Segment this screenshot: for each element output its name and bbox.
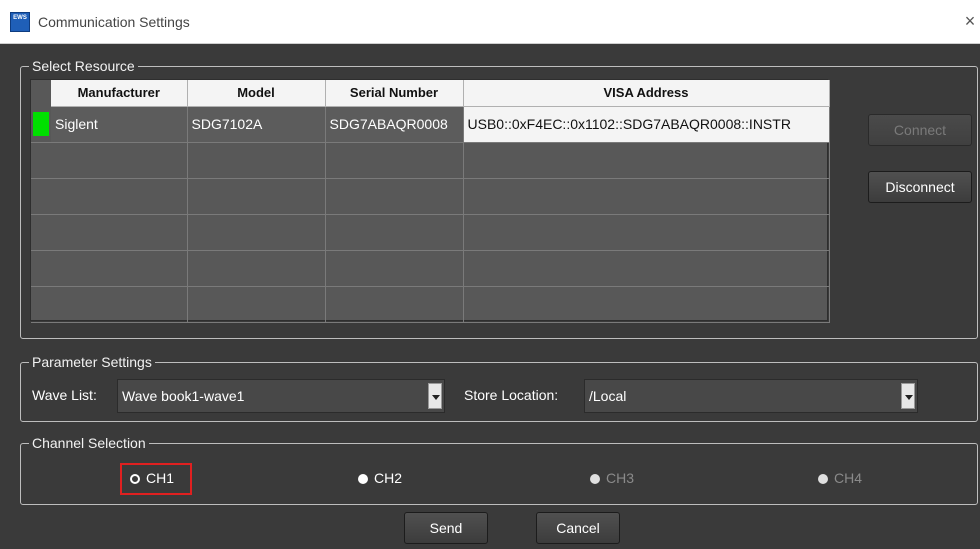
table-cell[interactable]	[187, 178, 326, 215]
table-cell[interactable]	[51, 214, 188, 251]
table-row[interactable]	[31, 286, 830, 323]
store-location-label: Store Location:	[464, 387, 559, 403]
table-cell[interactable]	[463, 286, 830, 323]
radio-label: CH1	[146, 470, 175, 486]
title-bar: EWS Communication Settings ×	[0, 0, 980, 44]
table-row[interactable]	[31, 250, 830, 287]
row-status-cell	[31, 286, 51, 323]
table-cell[interactable]	[51, 286, 188, 323]
table-cell[interactable]	[463, 250, 830, 287]
row-status-cell	[31, 250, 51, 287]
parameter-settings-legend: Parameter Settings	[29, 354, 155, 370]
column-header-model[interactable]: Model	[187, 80, 326, 107]
cell-model[interactable]: SDG7102A	[187, 106, 326, 143]
table-row[interactable]	[31, 214, 830, 251]
cell-serial-number[interactable]: SDG7ABAQR0008	[325, 106, 464, 143]
radio-label: CH3	[606, 470, 635, 486]
indicator-header	[31, 80, 51, 106]
send-button[interactable]: Send	[404, 512, 488, 544]
table-cell[interactable]	[187, 142, 326, 179]
table-cell[interactable]	[187, 286, 326, 323]
window-title: Communication Settings	[38, 14, 190, 30]
row-status-cell	[31, 214, 51, 251]
chevron-down-icon[interactable]	[901, 383, 915, 409]
select-resource-legend: Select Resource	[29, 58, 138, 74]
cell-visa-address[interactable]: USB0::0xF4EC::0x1102::SDG7ABAQR0008::INS…	[463, 106, 830, 143]
table-row[interactable]	[31, 142, 830, 179]
row-status-cell	[31, 106, 51, 143]
radio-label: CH2	[374, 470, 403, 486]
radio-unselected-icon	[818, 474, 828, 484]
table-cell[interactable]	[51, 142, 188, 179]
channel-selection-legend: Channel Selection	[29, 435, 149, 451]
table-cell[interactable]	[187, 250, 326, 287]
radio-ch4[interactable]: CH4	[818, 470, 862, 486]
radio-label: CH4	[834, 470, 863, 486]
connection-status-indicator	[33, 112, 49, 136]
row-status-cell	[31, 178, 51, 215]
radio-ch2[interactable]: CH2	[358, 470, 402, 486]
wave-list-select[interactable]: Wave book1-wave1	[117, 379, 445, 413]
chevron-down-icon[interactable]	[428, 383, 442, 409]
wave-list-label: Wave List:	[32, 387, 97, 403]
disconnect-button[interactable]: Disconnect	[868, 171, 972, 203]
table-cell[interactable]	[325, 250, 464, 287]
connect-button[interactable]: Connect	[868, 114, 972, 146]
radio-selected-icon	[130, 474, 140, 484]
column-header-manufacturer[interactable]: Manufacturer	[51, 80, 188, 107]
table-cell[interactable]	[325, 178, 464, 215]
cell-manufacturer[interactable]: Siglent	[51, 106, 188, 143]
store-location-value: /Local	[589, 388, 627, 404]
table-cell[interactable]	[325, 214, 464, 251]
cancel-button[interactable]: Cancel	[536, 512, 620, 544]
resource-table: Manufacturer Model Serial Number VISA Ad…	[30, 79, 830, 323]
radio-unselected-icon	[590, 474, 600, 484]
radio-ch3[interactable]: CH3	[590, 470, 634, 486]
table-cell[interactable]	[325, 286, 464, 323]
table-cell[interactable]	[463, 214, 830, 251]
table-cell[interactable]	[51, 250, 188, 287]
table-cell[interactable]	[51, 178, 188, 215]
column-header-serial-number[interactable]: Serial Number	[325, 80, 464, 107]
column-header-visa-address[interactable]: VISA Address	[463, 80, 830, 107]
table-cell[interactable]	[325, 142, 464, 179]
table-cell[interactable]	[463, 178, 830, 215]
radio-ch1[interactable]: CH1	[130, 470, 174, 486]
table-header-row: Manufacturer Model Serial Number VISA Ad…	[31, 80, 830, 107]
app-logo-icon: EWS	[10, 12, 30, 32]
radio-unselected-icon	[358, 474, 368, 484]
table-cell[interactable]	[187, 214, 326, 251]
store-location-select[interactable]: /Local	[584, 379, 918, 413]
table-row[interactable]: Siglent SDG7102A SDG7ABAQR0008 USB0::0xF…	[31, 106, 830, 143]
table-cell[interactable]	[463, 142, 830, 179]
row-status-cell	[31, 142, 51, 179]
table-row[interactable]	[31, 178, 830, 215]
close-icon[interactable]: ×	[960, 10, 980, 34]
wave-list-value: Wave book1-wave1	[122, 388, 245, 404]
